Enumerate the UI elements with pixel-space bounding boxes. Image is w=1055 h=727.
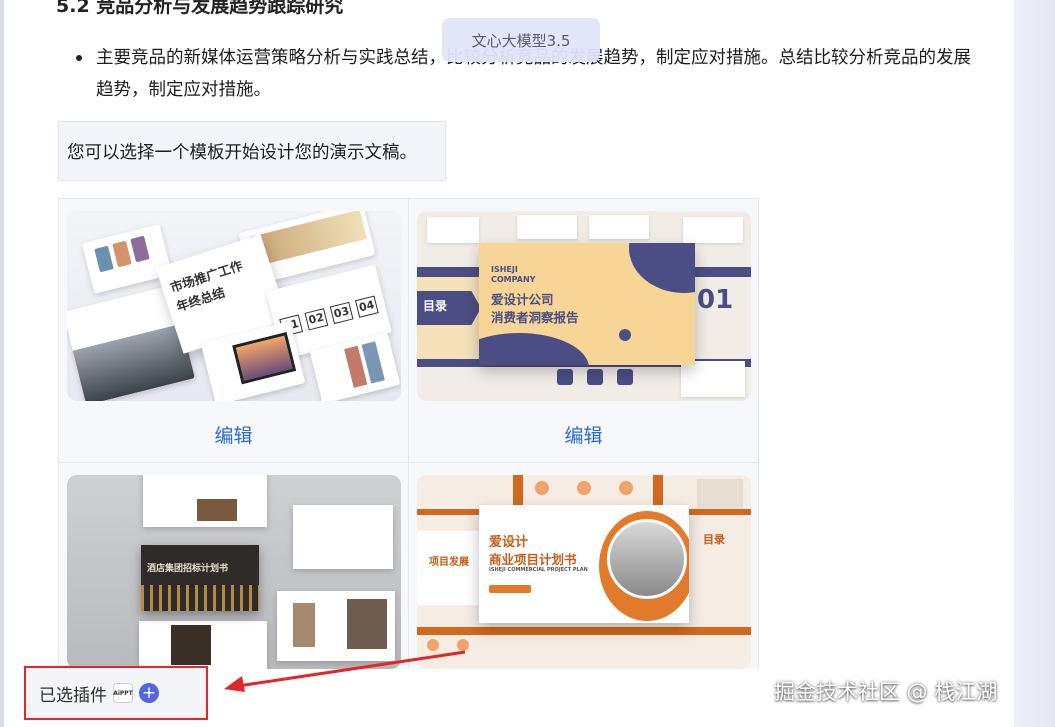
right-gutter <box>1014 0 1055 727</box>
template-prompt: 您可以选择一个模板开始设计您的演示文稿。 <box>58 121 446 181</box>
add-plugin-button[interactable]: + <box>139 683 159 703</box>
template-card-3[interactable]: 酒店集团招标计划书 <box>59 463 409 669</box>
template-thumbnail-1[interactable]: 市场推广工作 年终总结 01 02 03 04 <box>67 211 401 401</box>
plus-icon: + <box>141 683 157 703</box>
edit-template-1-button[interactable]: 编辑 <box>59 421 408 448</box>
template-cover-4: 爱设计 商业项目计划书 ISHEJI COMMERCIAL PROJECT PL… <box>479 505 689 623</box>
template-thumbnail-2[interactable]: 目录 01 ISHEJI COMPANY 爱设计公司 消费者洞察报告 <box>417 211 751 401</box>
selected-plugins-label: 已选插件 <box>39 685 107 706</box>
template-card-2[interactable]: 目录 01 ISHEJI COMPANY 爱设计公司 消费者洞察报告 编辑 <box>409 199 759 463</box>
watermark: 掘金技术社区 @ 栈江湖 <box>774 680 998 704</box>
model-tooltip: 文心大模型3.5 <box>442 18 600 62</box>
template-thumbnail-4[interactable]: 项目发展 目录 爱设计 商业项目计划书 ISHEJI COMMERCIAL PR… <box>417 475 751 669</box>
section-heading: 5.2 竞品分析与发展趋势跟踪研究 <box>56 0 344 17</box>
selected-plugins-bar: 已选插件 AiPPT + <box>24 666 208 720</box>
annotation-arrow <box>224 650 466 692</box>
template-thumbnail-3[interactable]: 酒店集团招标计划书 <box>67 475 401 669</box>
template-grid: 市场推广工作 年终总结 01 02 03 04 编辑 <box>58 198 759 669</box>
template-cover-2: ISHEJI COMPANY 爱设计公司 消费者洞察报告 <box>479 243 695 365</box>
template-card-1[interactable]: 市场推广工作 年终总结 01 02 03 04 编辑 <box>59 199 409 463</box>
template-card-4[interactable]: 项目发展 目录 爱设计 商业项目计划书 ISHEJI COMMERCIAL PR… <box>409 463 759 669</box>
template-cover-3: 酒店集团招标计划书 <box>141 545 259 611</box>
edit-template-2-button[interactable]: 编辑 <box>409 421 758 448</box>
aippt-plugin-icon[interactable]: AiPPT <box>113 683 133 703</box>
